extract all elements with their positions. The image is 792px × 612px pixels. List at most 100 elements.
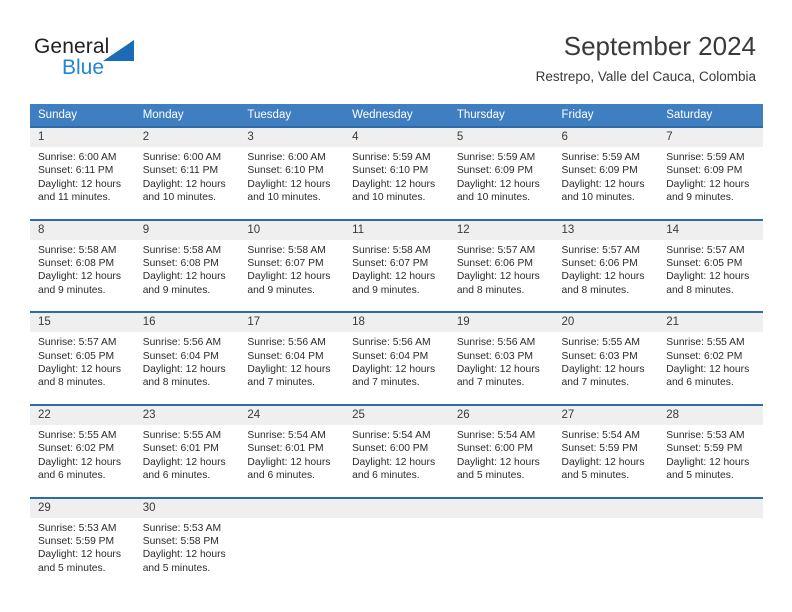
day-number — [553, 498, 659, 518]
day-cell[interactable]: 19 Sunrise: 5:56 AM Sunset: 6:03 PM Dayligh… — [448, 311, 554, 396]
daylight-text-line1: Daylight: 12 hours — [247, 456, 331, 468]
week-spacer — [30, 395, 763, 404]
day-cell[interactable]: 7 Sunrise: 5:59 AM Sunset: 6:09 PM Daylight… — [658, 126, 763, 211]
day-cell[interactable]: 17 Sunrise: 5:56 AM Sunset: 6:04 PM Dayligh… — [239, 311, 345, 396]
daylight-text-line2: and 8 minutes. — [561, 284, 630, 296]
day-number: 19 — [448, 313, 554, 333]
day-details: Sunrise: 5:55 AM Sunset: 6:02 PM Daylight:… — [30, 425, 135, 489]
week-spacer — [30, 303, 763, 312]
sunrise-text: Sunrise: 5:55 AM — [142, 429, 222, 441]
weekday-header-saturday: Saturday — [658, 104, 763, 126]
day-cell[interactable]: 18 Sunrise: 5:56 AM Sunset: 6:04 PM Dayligh… — [344, 311, 449, 396]
daylight-text-line1: Daylight: 12 hours — [247, 178, 331, 190]
sunrise-text: Sunrise: 5:54 AM — [561, 429, 640, 441]
sunrise-text: Sunrise: 6:00 AM — [247, 152, 326, 163]
daylight-text-line1: Daylight: 12 hours — [561, 364, 645, 376]
calendar-header-row: Sunday Monday Tuesday Wednesday Thursday… — [30, 104, 763, 126]
daylight-text-line2: and 6 minutes. — [38, 470, 106, 482]
sunrise-text: Sunrise: 5:57 AM — [38, 337, 117, 349]
day-details: Sunrise: 5:53 AM Sunset: 5:59 PM Daylight:… — [658, 425, 763, 489]
daylight-text-line1: Daylight: 12 hours — [352, 364, 436, 376]
day-cell[interactable]: 10 Sunrise: 5:58 AM Sunset: 6:07 PM Dayligh… — [239, 218, 345, 304]
daylight-text-line2: and 6 minutes. — [247, 470, 315, 482]
daylight-text-line1: Daylight: 12 hours — [142, 178, 226, 190]
sunset-text: Sunset: 6:09 PM — [561, 165, 638, 177]
day-cell[interactable]: 26 Sunrise: 5:54 AM Sunset: 6:00 PM Dayligh… — [448, 403, 554, 489]
daylight-text-line1: Daylight: 12 hours — [456, 456, 540, 468]
day-cell[interactable]: 6 Sunrise: 5:59 AM Sunset: 6:09 PM Daylight… — [553, 126, 659, 211]
daylight-text-line1: Daylight: 12 hours — [38, 364, 121, 376]
sunrise-text: Sunrise: 5:58 AM — [247, 244, 326, 256]
daylight-text-line1: Daylight: 12 hours — [456, 364, 540, 376]
day-cell[interactable]: 3 Sunrise: 6:00 AM Sunset: 6:10 PM Daylight… — [239, 126, 345, 211]
daylight-text-line1: Daylight: 12 hours — [352, 178, 436, 190]
logo-text-blue: Blue — [62, 56, 105, 79]
day-number: 11 — [344, 220, 449, 240]
daylight-text-line1: Daylight: 12 hours — [38, 271, 121, 283]
day-cell[interactable]: 27 Sunrise: 5:54 AM Sunset: 5:59 PM Dayligh… — [553, 403, 659, 489]
day-details: Sunrise: 5:58 AM Sunset: 6:07 PM Daylight:… — [239, 240, 344, 304]
day-number: 12 — [448, 220, 554, 240]
day-cell[interactable]: 11 Sunrise: 5:58 AM Sunset: 6:07 PM Dayligh… — [344, 218, 449, 304]
day-number: 16 — [134, 313, 240, 333]
day-cell[interactable]: 9 Sunrise: 5:58 AM Sunset: 6:08 PM Daylight… — [134, 218, 240, 304]
daylight-text-line1: Daylight: 12 hours — [561, 456, 645, 468]
day-cell[interactable]: 14 Sunrise: 5:57 AM Sunset: 6:05 PM Dayligh… — [658, 218, 763, 304]
sunrise-text: Sunrise: 5:54 AM — [352, 429, 431, 441]
day-number: 20 — [553, 313, 659, 333]
day-cell[interactable]: 22 Sunrise: 5:55 AM Sunset: 6:02 PM Dayligh… — [30, 403, 135, 489]
day-number: 6 — [553, 128, 659, 147]
week-spacer-cell — [30, 395, 763, 404]
sunrise-text: Sunrise: 5:56 AM — [352, 337, 431, 349]
week-spacer-cell — [30, 210, 763, 219]
daylight-text-line2: and 10 minutes. — [352, 192, 426, 204]
day-details: Sunrise: 5:56 AM Sunset: 6:03 PM Daylight:… — [449, 332, 554, 396]
calendar-week-row: 1 Sunrise: 6:00 AM Sunset: 6:11 PM Daylight… — [30, 126, 763, 211]
daylight-text-line1: Daylight: 12 hours — [142, 364, 226, 376]
sunrise-text: Sunrise: 5:59 AM — [456, 152, 536, 163]
sunrise-text: Sunrise: 5:53 AM — [666, 429, 745, 441]
daylight-text-line1: Daylight: 12 hours — [142, 456, 226, 468]
day-cell[interactable]: 8 Sunrise: 5:58 AM Sunset: 6:08 PM Daylight… — [30, 218, 135, 304]
sunset-text: Sunset: 5:59 PM — [666, 443, 743, 455]
day-cell[interactable]: 24 Sunrise: 5:54 AM Sunset: 6:01 PM Dayligh… — [239, 403, 345, 489]
day-cell[interactable]: 2 Sunrise: 6:00 AM Sunset: 6:11 PM Daylight… — [134, 126, 240, 211]
daylight-text-line2: and 5 minutes. — [38, 562, 106, 574]
day-details: Sunrise: 5:56 AM Sunset: 6:04 PM Daylight:… — [239, 332, 344, 396]
general-blue-logo[interactable]: General Blue — [34, 36, 164, 84]
day-cell[interactable]: 23 Sunrise: 5:55 AM Sunset: 6:01 PM Dayligh… — [134, 403, 240, 489]
day-cell[interactable]: 5 Sunrise: 5:59 AM Sunset: 6:09 PM Daylight… — [448, 126, 554, 211]
daylight-text-line1: Daylight: 12 hours — [666, 271, 750, 283]
day-cell[interactable]: 25 Sunrise: 5:54 AM Sunset: 6:00 PM Dayligh… — [344, 403, 449, 489]
day-cell[interactable]: 12 Sunrise: 5:57 AM Sunset: 6:06 PM Dayligh… — [448, 218, 554, 304]
day-cell[interactable]: 30 Sunrise: 5:53 AM Sunset: 5:58 PM Dayligh… — [134, 496, 240, 583]
day-number: 10 — [239, 220, 345, 240]
sunset-text: Sunset: 6:10 PM — [247, 165, 324, 177]
daylight-text-line1: Daylight: 12 hours — [142, 271, 226, 283]
sunset-text: Sunset: 6:09 PM — [456, 165, 533, 177]
weekday-header-tuesday: Tuesday — [239, 104, 345, 126]
sunset-text: Sunset: 6:06 PM — [561, 258, 638, 270]
day-cell[interactable]: 4 Sunrise: 5:59 AM Sunset: 6:10 PM Daylight… — [344, 126, 449, 211]
day-cell[interactable]: 1 Sunrise: 6:00 AM Sunset: 6:11 PM Daylight… — [30, 126, 135, 211]
day-cell[interactable]: 15 Sunrise: 5:57 AM Sunset: 6:05 PM Dayligh… — [30, 311, 135, 396]
calendar-week-row: 22 Sunrise: 5:55 AM Sunset: 6:02 PM Dayligh… — [30, 403, 763, 489]
daylight-text-line2: and 10 minutes. — [247, 192, 321, 204]
day-cell[interactable]: 21 Sunrise: 5:55 AM Sunset: 6:02 PM Dayligh… — [658, 311, 763, 396]
day-number — [658, 498, 763, 518]
daylight-text-line2: and 8 minutes. — [666, 284, 734, 296]
day-details: Sunrise: 5:53 AM Sunset: 5:58 PM Daylight:… — [135, 518, 240, 582]
day-details: Sunrise: 5:58 AM Sunset: 6:08 PM Daylight:… — [135, 240, 240, 304]
sunset-text: Sunset: 6:06 PM — [456, 258, 533, 270]
day-cell[interactable]: 28 Sunrise: 5:53 AM Sunset: 5:59 PM Dayligh… — [658, 403, 763, 489]
day-cell-empty — [553, 496, 659, 583]
day-cell[interactable]: 20 Sunrise: 5:55 AM Sunset: 6:03 PM Dayligh… — [553, 311, 659, 396]
day-number: 29 — [30, 498, 135, 518]
day-cell[interactable]: 29 Sunrise: 5:53 AM Sunset: 5:59 PM Dayligh… — [30, 496, 135, 583]
day-cell[interactable]: 16 Sunrise: 5:56 AM Sunset: 6:04 PM Dayligh… — [134, 311, 240, 396]
day-details: Sunrise: 5:56 AM Sunset: 6:04 PM Daylight:… — [344, 332, 449, 396]
day-number: 23 — [134, 405, 240, 425]
day-number: 30 — [134, 498, 240, 518]
day-cell[interactable]: 13 Sunrise: 5:57 AM Sunset: 6:06 PM Dayligh… — [553, 218, 659, 304]
day-details: Sunrise: 5:58 AM Sunset: 6:07 PM Daylight:… — [344, 240, 449, 304]
